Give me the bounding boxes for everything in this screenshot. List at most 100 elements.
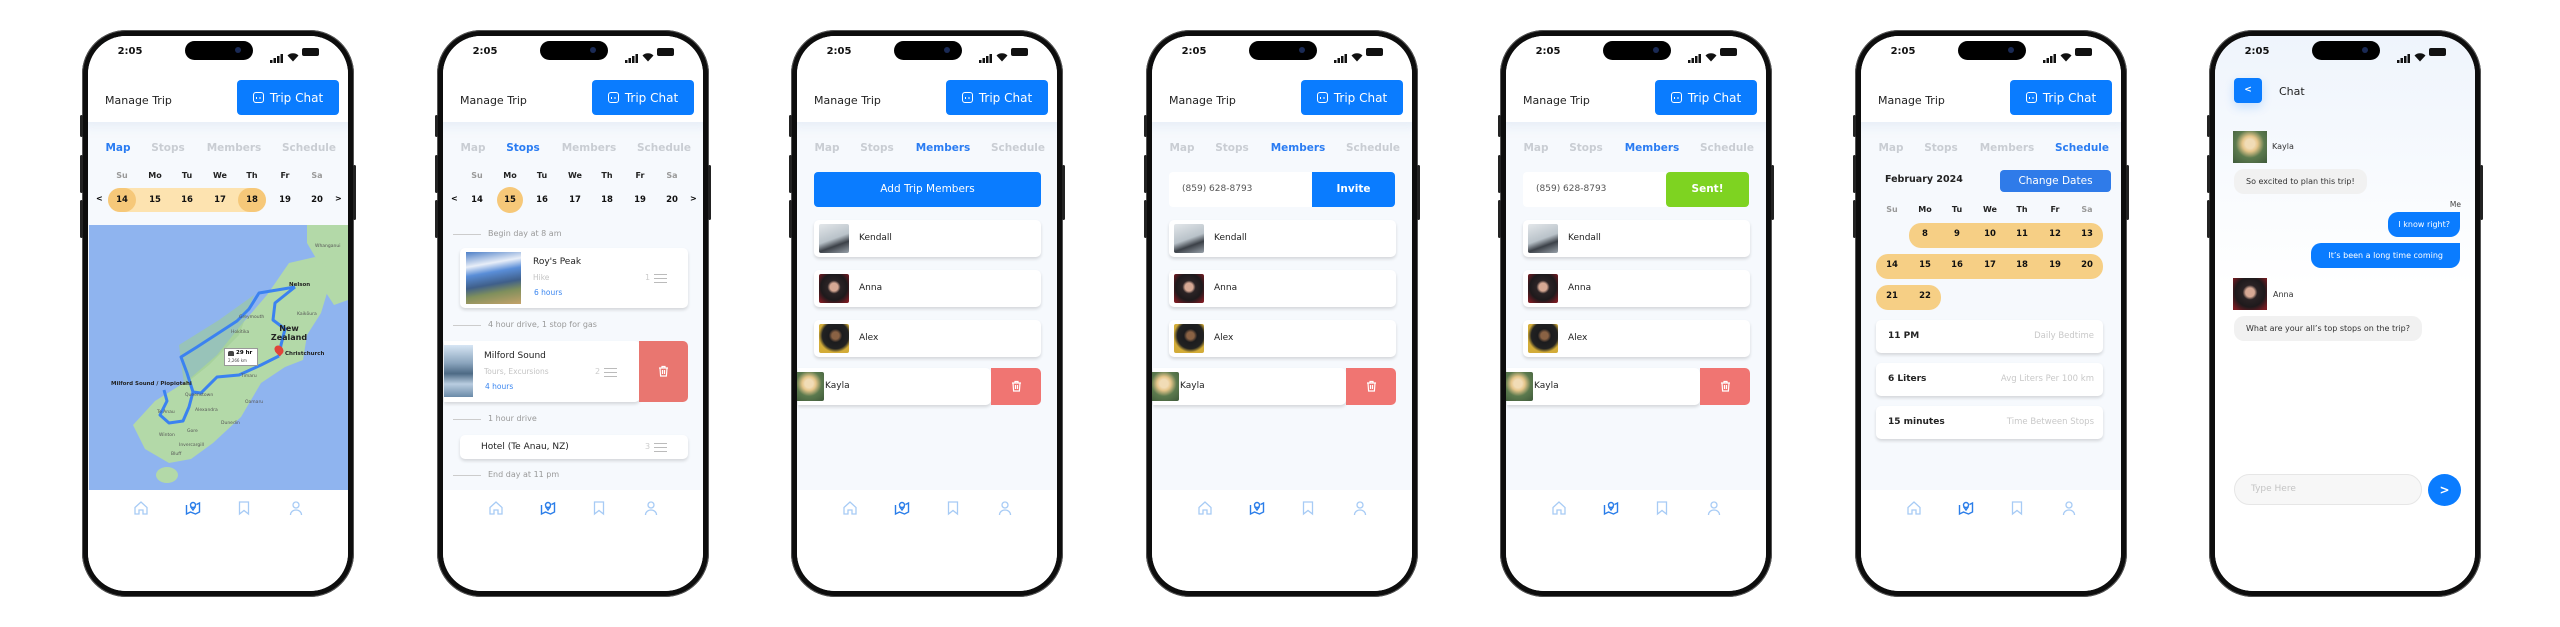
tab-members[interactable]: Members [1617,143,1687,154]
drag-handle-icon[interactable] [654,274,667,283]
home-icon[interactable] [133,500,149,516]
member-card[interactable]: Alex [1169,320,1396,357]
map-icon[interactable] [1603,500,1619,516]
tab-members[interactable]: Members [1263,143,1333,154]
date-20[interactable]: 20 [660,196,684,205]
member-card[interactable]: Kayla [1152,368,1346,405]
calendar-date[interactable]: 11 [2010,230,2034,239]
trip-chat-button[interactable]: Trip Chat [237,80,339,115]
date-16[interactable]: 16 [530,196,554,205]
user-icon[interactable] [1352,500,1368,516]
calendar-date[interactable]: 10 [1978,230,2002,239]
tab-stops[interactable]: Stops [1551,143,1621,154]
calendar-date[interactable]: 9 [1945,230,1969,239]
bookmark-icon[interactable] [945,500,961,516]
member-card[interactable]: Anna [1169,270,1396,307]
tab-schedule[interactable]: Schedule [1692,143,1762,154]
bookmark-icon[interactable] [236,500,252,516]
date-14[interactable]: 14 [465,196,489,205]
map-icon[interactable] [1249,500,1265,516]
tab-stops[interactable]: Stops [133,143,203,154]
home-icon[interactable] [1197,500,1213,516]
tab-schedule[interactable]: Schedule [629,143,699,154]
calendar-date[interactable]: 22 [1913,292,1937,301]
date-19[interactable]: 19 [628,196,652,205]
member-card[interactable]: Kendall [1523,220,1750,257]
bookmark-icon[interactable] [591,500,607,516]
send-button[interactable]: > [2428,474,2461,506]
member-card[interactable]: Kayla [1506,368,1700,405]
calendar-date[interactable]: 21 [1880,292,1904,301]
trip-chat-button[interactable]: Trip Chat [1655,80,1757,115]
bookmark-icon[interactable] [2009,500,2025,516]
home-icon[interactable] [1906,500,1922,516]
map-icon[interactable] [894,500,910,516]
calendar-date[interactable]: 19 [2043,261,2067,270]
tab-stops[interactable]: Stops [842,143,912,154]
tab-members[interactable]: Members [199,143,269,154]
date-15[interactable]: 15 [143,196,167,205]
tab-schedule[interactable]: Schedule [274,143,344,154]
date-18[interactable]: 18 [595,196,619,205]
tab-members[interactable]: Members [1972,143,2042,154]
delete-member-button[interactable] [991,368,1041,405]
next-week-button[interactable]: > [335,195,342,203]
tab-stops[interactable]: Stops [1197,143,1267,154]
prev-week-button[interactable]: < [96,195,103,203]
user-icon[interactable] [1706,500,1722,516]
tab-members[interactable]: Members [554,143,624,154]
phone-number-input[interactable]: (859) 628-8793 [1169,172,1312,207]
delete-member-button[interactable] [1346,368,1396,405]
user-icon[interactable] [643,500,659,516]
user-icon[interactable] [997,500,1013,516]
date-20[interactable]: 20 [305,196,329,205]
message-input[interactable]: Type Here [2234,474,2422,505]
bookmark-icon[interactable] [1654,500,1670,516]
home-icon[interactable] [842,500,858,516]
next-week-button[interactable]: > [690,195,697,203]
drag-handle-icon[interactable] [604,368,617,377]
invite-button[interactable]: Invite [1312,172,1395,207]
map-icon[interactable] [540,500,556,516]
change-dates-button[interactable]: Change Dates [2000,170,2111,192]
member-card[interactable]: Anna [1523,270,1750,307]
stop-card[interactable]: Roy's Peak Hike 6 hours 1 [460,248,688,308]
trip-chat-button[interactable]: Trip Chat [592,80,694,115]
schedule-setting[interactable]: 11 PM Daily Bedtime [1876,320,2103,353]
member-card[interactable]: Kendall [1169,220,1396,257]
date-15[interactable]: 15 [498,196,522,205]
member-card[interactable]: Alex [1523,320,1750,357]
sent-button[interactable]: Sent! [1666,172,1749,207]
tab-stops[interactable]: Stops [1906,143,1976,154]
calendar-date[interactable]: 13 [2075,230,2099,239]
home-icon[interactable] [488,500,504,516]
calendar-date[interactable]: 16 [1945,261,1969,270]
date-19[interactable]: 19 [273,196,297,205]
bookmark-icon[interactable] [1300,500,1316,516]
calendar-date[interactable]: 17 [1978,261,2002,270]
stop-card[interactable]: Milford Sound Tours, Excursions 4 hours 2 [444,341,640,402]
date-17[interactable]: 17 [563,196,587,205]
back-button[interactable]: < [2234,78,2262,103]
prev-week-button[interactable]: < [451,195,458,203]
calendar-date[interactable]: 8 [1913,230,1937,239]
calendar-date[interactable]: 15 [1913,261,1937,270]
calendar-date[interactable]: 12 [2043,230,2067,239]
date-14[interactable]: 14 [110,196,134,205]
tab-members[interactable]: Members [908,143,978,154]
member-card[interactable]: Alex [814,320,1041,357]
delete-member-button[interactable] [1700,368,1750,405]
schedule-setting[interactable]: 15 minutes Time Between Stops [1876,406,2103,439]
tab-schedule[interactable]: Schedule [2047,143,2117,154]
tab-stops[interactable]: Stops [488,143,558,154]
tab-schedule[interactable]: Schedule [983,143,1053,154]
user-icon[interactable] [2061,500,2077,516]
add-trip-members-button[interactable]: Add Trip Members [814,172,1041,207]
calendar-date[interactable]: 14 [1880,261,1904,270]
schedule-setting[interactable]: 6 Liters Avg Liters Per 100 km [1876,363,2103,396]
date-18[interactable]: 18 [240,196,264,205]
delete-stop-button[interactable] [639,341,688,402]
stop-card[interactable]: Hotel (Te Anau, NZ) 3 [460,435,688,459]
trip-chat-button[interactable]: Trip Chat [1301,80,1403,115]
drag-handle-icon[interactable] [654,443,667,452]
